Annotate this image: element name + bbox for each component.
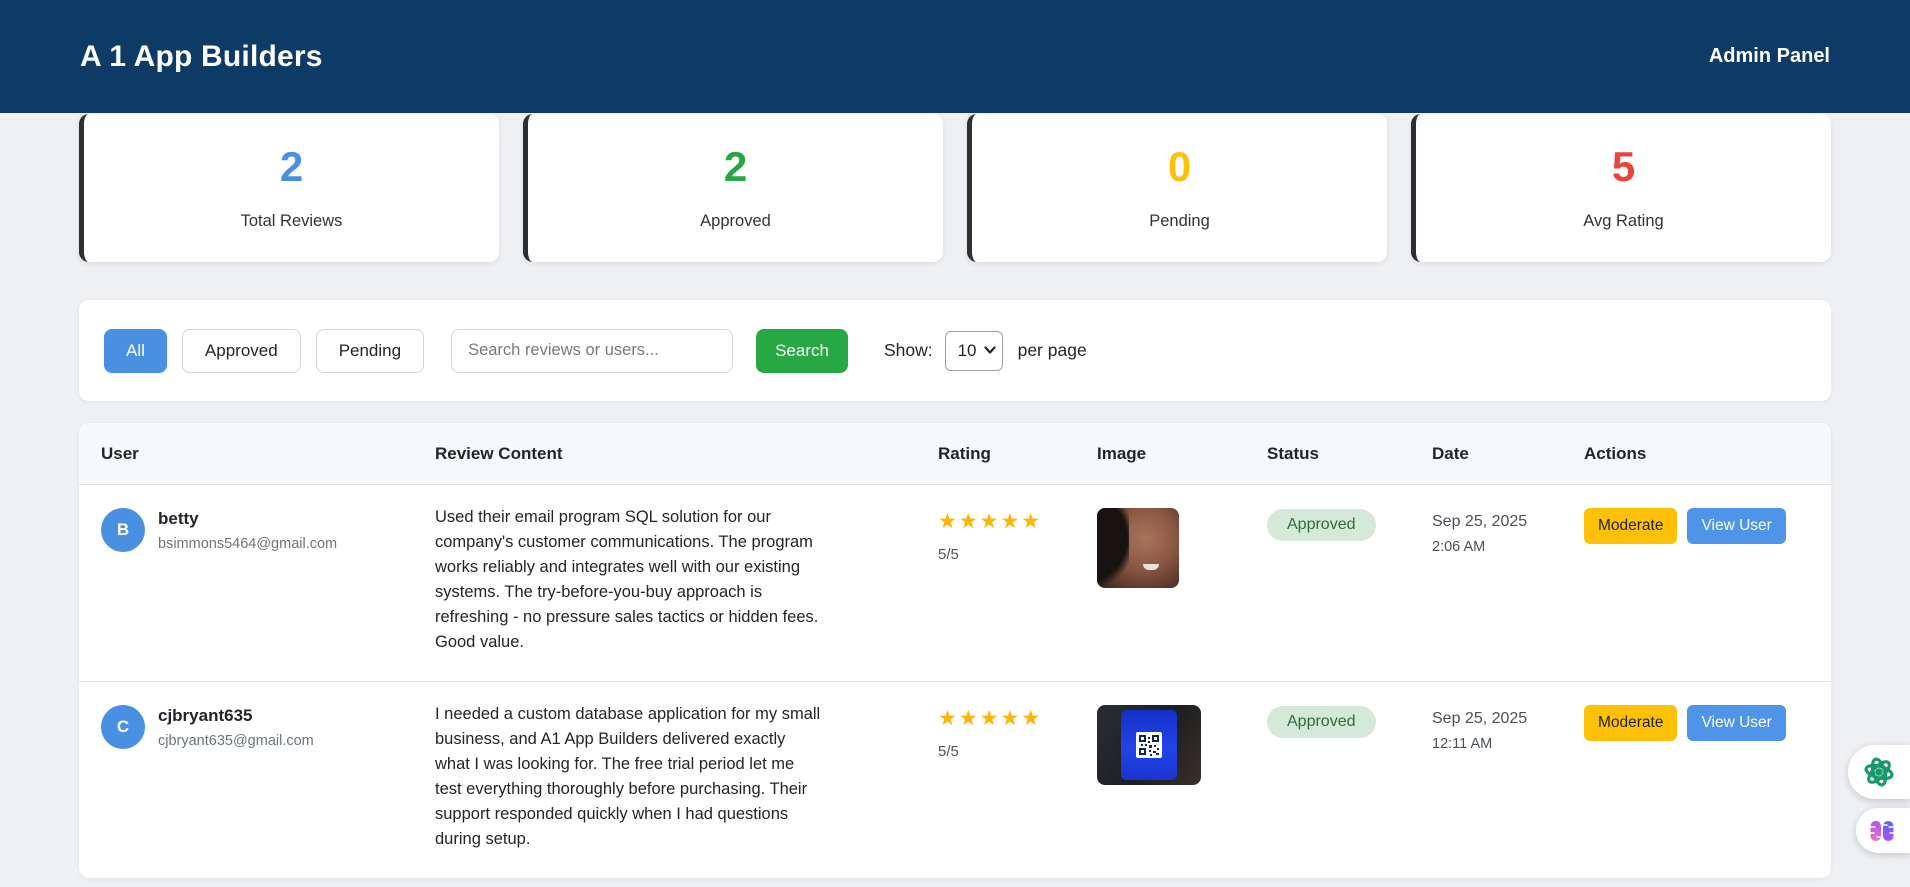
search-button[interactable]: Search (756, 328, 848, 373)
stat-value: 2 (723, 142, 748, 190)
view-user-button[interactable]: View User (1687, 705, 1786, 741)
col-header-status: Status (1267, 443, 1319, 463)
brain-extension-icon (1869, 820, 1895, 841)
moderate-button[interactable]: Moderate (1584, 705, 1678, 741)
review-time: 2:06 AM (1432, 539, 1486, 555)
photo-detail (1143, 564, 1159, 570)
filter-approved-button[interactable]: Approved (181, 328, 301, 373)
user-email: cjbryant635@gmail.com (158, 733, 314, 749)
phone-screen (1121, 710, 1177, 780)
moderate-button[interactable]: Moderate (1584, 508, 1678, 544)
photo-detail (1097, 508, 1129, 588)
user-cell: B betty bsimmons5464@gmail.com (101, 505, 435, 552)
stat-label: Pending (1149, 211, 1210, 230)
stat-card-pending: 0 Pending (967, 114, 1387, 262)
view-user-button[interactable]: View User (1687, 508, 1786, 544)
col-header-user: User (101, 443, 139, 463)
table-row: C cjbryant635 cjbryant635@gmail.com I ne… (79, 682, 1831, 878)
stat-label: Total Reviews (240, 211, 343, 230)
brain-extension-button[interactable] (1856, 808, 1910, 853)
table-header-row: User Review Content Rating Image Status … (79, 423, 1831, 485)
user-email: bsimmons5464@gmail.com (158, 536, 338, 552)
avatar: B (101, 508, 145, 552)
star-rating: ★★★★★ (938, 510, 1043, 533)
filter-bar: All Approved Pending Search Show: 10 per… (79, 300, 1831, 401)
per-page-select-wrap: 10 (944, 330, 1003, 371)
review-text: I needed a custom database application f… (435, 705, 821, 848)
stat-value: 0 (1167, 142, 1192, 190)
app-title: A 1 App Builders (80, 39, 323, 73)
avatar: C (101, 705, 145, 749)
rating-score: 5/5 (938, 743, 959, 760)
stat-card-avg-rating: 5 Avg Rating (1411, 114, 1831, 262)
review-date: Sep 25, 2025 (1432, 710, 1528, 727)
status-badge: Approved (1267, 509, 1376, 541)
qr-code-graphic (1136, 732, 1162, 758)
col-header-image: Image (1097, 443, 1147, 463)
user-cell: C cjbryant635 cjbryant635@gmail.com (101, 702, 435, 749)
stat-label: Approved (700, 211, 771, 230)
admin-panel-label: Admin Panel (1708, 45, 1830, 67)
ai-extension-icon (1864, 757, 1894, 787)
app-header: A 1 App Builders Admin Panel (0, 0, 1910, 113)
stat-value: 2 (279, 142, 304, 190)
stat-label: Avg Rating (1583, 211, 1664, 230)
stat-card-approved: 2 Approved (523, 114, 943, 262)
review-date: Sep 25, 2025 (1432, 513, 1528, 530)
reviews-table: User Review Content Rating Image Status … (79, 423, 1831, 878)
stat-value: 5 (1611, 142, 1636, 190)
show-label: Show: (883, 340, 933, 360)
username: cjbryant635 (158, 706, 253, 725)
table-row: B betty bsimmons5464@gmail.com Used thei… (79, 485, 1831, 682)
per-page-select[interactable]: 10 (944, 330, 1003, 371)
stat-card-total-reviews: 2 Total Reviews (79, 114, 499, 262)
review-text: Used their email program SQL solution fo… (435, 508, 819, 651)
ai-extension-button[interactable] (1848, 745, 1910, 799)
search-input[interactable] (451, 328, 734, 373)
review-image-thumbnail[interactable] (1097, 508, 1179, 588)
col-header-date: Date (1432, 443, 1469, 463)
review-time: 12:11 AM (1432, 736, 1493, 752)
stats-row: 2 Total Reviews 2 Approved 0 Pending 5 A… (79, 114, 1831, 262)
col-header-rating: Rating (938, 443, 991, 463)
review-image-thumbnail[interactable] (1097, 705, 1201, 785)
actions-cell: Moderate View User (1584, 705, 1831, 741)
per-page-suffix-label: per page (1017, 340, 1087, 360)
status-badge: Approved (1267, 706, 1376, 738)
col-header-review-content: Review Content (435, 443, 563, 463)
filter-all-button[interactable]: All (104, 328, 167, 373)
filter-pending-button[interactable]: Pending (315, 328, 425, 373)
star-rating: ★★★★★ (938, 707, 1043, 730)
col-header-actions: Actions (1584, 443, 1647, 463)
username: betty (158, 509, 199, 528)
actions-cell: Moderate View User (1584, 508, 1831, 544)
rating-score: 5/5 (938, 546, 959, 563)
